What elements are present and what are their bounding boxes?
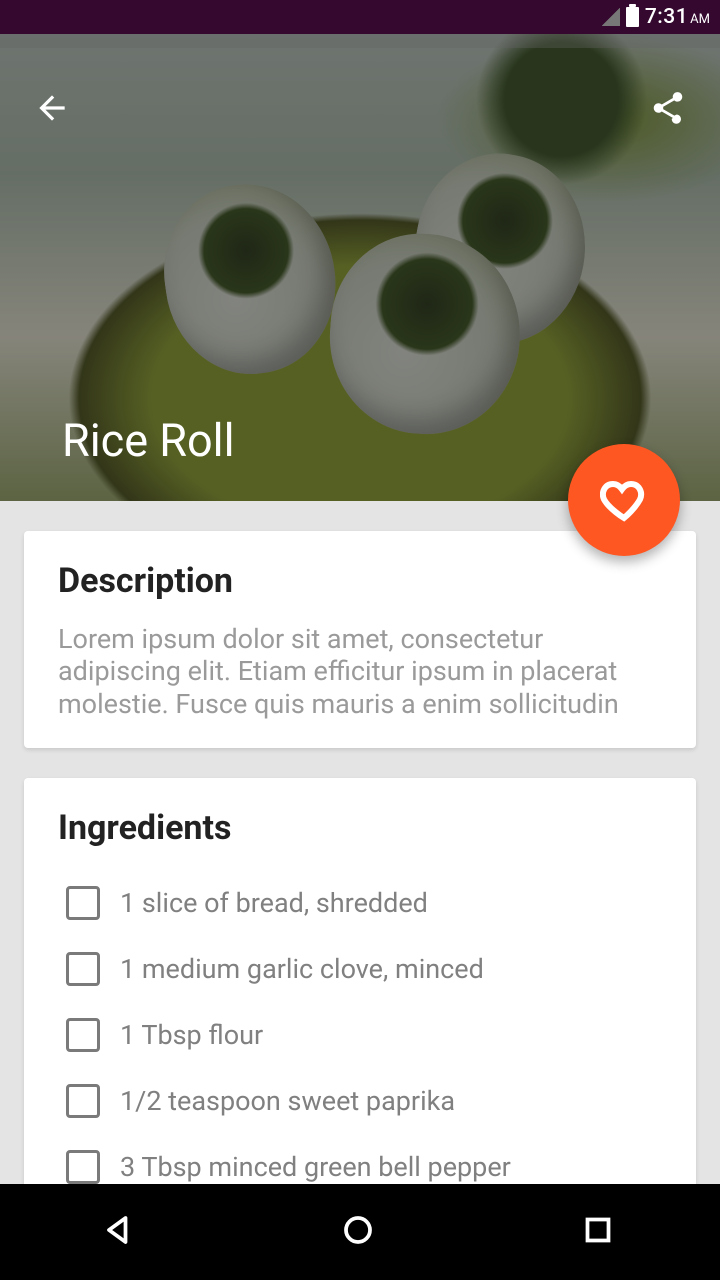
- recipe-title: Rice Roll: [62, 414, 235, 467]
- list-item: 1 slice of bread, shredded: [58, 870, 662, 936]
- list-item: 1/2 teaspoon sweet paprika: [58, 1068, 662, 1134]
- ingredient-label: 1 medium garlic clove, minced: [120, 953, 484, 985]
- share-icon: [649, 89, 687, 127]
- ingredient-label: 1/2 teaspoon sweet paprika: [120, 1085, 455, 1117]
- circle-home-icon: [340, 1212, 376, 1248]
- content-scroll[interactable]: Description Lorem ipsum dolor sit amet, …: [0, 501, 720, 1280]
- ingredients-list: 1 slice of bread, shredded 1 medium garl…: [58, 870, 662, 1200]
- ingredient-checkbox[interactable]: [66, 886, 100, 920]
- nav-home-button[interactable]: [340, 1212, 380, 1252]
- ingredient-label: 1 slice of bread, shredded: [120, 887, 428, 919]
- ingredient-checkbox[interactable]: [66, 1150, 100, 1184]
- list-item: 1 medium garlic clove, minced: [58, 936, 662, 1002]
- square-recents-icon: [580, 1212, 616, 1248]
- favorite-fab[interactable]: [568, 444, 680, 556]
- share-button[interactable]: [644, 84, 692, 132]
- ingredient-label: 3 Tbsp minced green bell pepper: [120, 1151, 511, 1183]
- heart-icon: [600, 476, 648, 524]
- clock-ampm: AM: [690, 12, 710, 27]
- back-button[interactable]: [28, 84, 76, 132]
- description-body: Lorem ipsum dolor sit amet, consectetur …: [58, 623, 662, 720]
- triangle-back-icon: [100, 1212, 136, 1248]
- clock-time: 7:31: [645, 5, 688, 29]
- ingredients-card: Ingredients 1 slice of bread, shredded 1…: [24, 778, 696, 1210]
- description-heading: Description: [58, 561, 662, 601]
- ingredients-heading: Ingredients: [58, 808, 662, 848]
- hero-top-strip: [0, 34, 720, 48]
- android-nav-bar: [0, 1184, 720, 1280]
- android-status-bar: 7:31AM: [0, 0, 720, 34]
- ingredient-checkbox[interactable]: [66, 1084, 100, 1118]
- nav-recents-button[interactable]: [580, 1212, 620, 1252]
- description-card: Description Lorem ipsum dolor sit amet, …: [24, 531, 696, 748]
- hero-image: Rice Roll: [0, 34, 720, 501]
- ingredient-checkbox[interactable]: [66, 952, 100, 986]
- list-item: 1 Tbsp flour: [58, 1002, 662, 1068]
- arrow-left-icon: [33, 89, 71, 127]
- nav-back-button[interactable]: [100, 1212, 140, 1252]
- ingredient-label: 1 Tbsp flour: [120, 1019, 263, 1051]
- battery-icon: [626, 7, 639, 27]
- status-time: 7:31AM: [645, 5, 710, 29]
- no-sim-icon: [602, 8, 620, 26]
- ingredient-checkbox[interactable]: [66, 1018, 100, 1052]
